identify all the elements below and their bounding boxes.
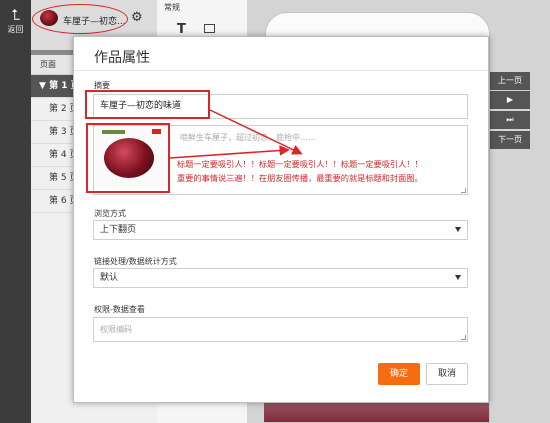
confirm-button[interactable]: 确定 [378,363,420,385]
permission-code-input[interactable]: 权限编码 [93,317,468,342]
resize-handle[interactable] [461,335,466,340]
text-tool-icon[interactable]: T [177,22,186,37]
browse-mode-value: 上下翻页 [100,225,137,235]
prev-page-button[interactable]: 上一页 [490,72,530,90]
dialog-title: 作品属性 [94,50,150,66]
link-handling-label: 链接处理/数据统计方式 [94,257,177,266]
back-arrow-icon: ⮤ [11,6,20,24]
last-page-icon[interactable]: ⏭ [490,111,530,129]
resize-handle[interactable] [461,188,466,193]
left-rail: ⮤ 返回 [0,0,31,423]
browse-mode-label: 浏览方式 [94,209,126,218]
chevron-down-icon [455,275,461,280]
image-tool-icon[interactable] [204,24,215,33]
tool-palette-title: 常规 [164,3,180,12]
cancel-button[interactable]: 取消 [426,363,468,385]
browse-mode-select[interactable]: 上下翻页 [93,220,468,240]
back-button[interactable]: ⮤ 返回 [3,8,28,35]
summary-highlight-box [85,90,210,119]
chevron-down-icon [455,227,461,232]
gear-icon[interactable]: ⚙ [131,10,143,25]
next-page-button[interactable]: 下一页 [490,131,530,149]
cover-highlight-box [86,123,170,193]
annotation-line-2: 重要的事情说三遍！！在朋友圈传播，最重要的就是标题和封面图。 [177,173,423,183]
title-highlight-ellipse [32,4,128,34]
permission-placeholder: 权限编码 [100,325,132,334]
preview-page-image [264,400,489,422]
annotation-line-1: 标题一定要吸引人！！标题一定要吸引人！！标题一定要吸引人！！ [177,159,423,169]
link-handling-select[interactable]: 默认 [93,268,468,288]
dialog-divider [74,70,488,71]
play-icon[interactable]: ▶ [490,91,530,109]
permission-label: 权限-数据查看 [94,305,145,314]
description-placeholder: 啮鲜生车厘子，超过初恋，底抢中…… [180,133,316,142]
back-label: 返回 [7,25,24,34]
link-handling-value: 默认 [100,273,119,283]
